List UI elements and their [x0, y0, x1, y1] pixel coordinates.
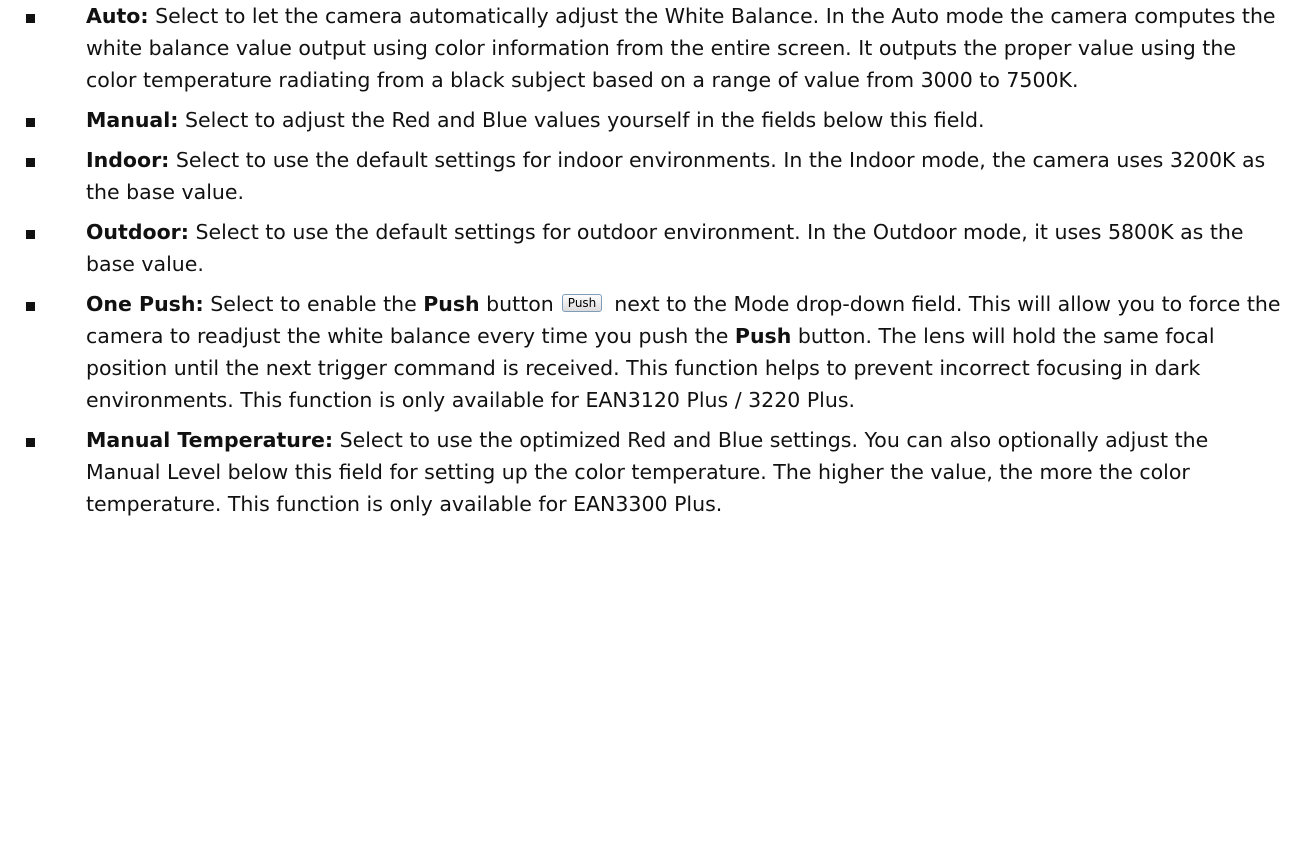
list-item-outdoor: Outdoor: Select to use the default setti…	[0, 216, 1304, 280]
term-one-push: One Push:	[86, 292, 204, 316]
push-keyword: Push	[423, 292, 480, 316]
list-item-one-push: One Push: Select to enable the Push butt…	[0, 288, 1304, 416]
square-bullet-icon	[26, 438, 35, 447]
term-outdoor: Outdoor:	[86, 220, 189, 244]
term-auto: Auto:	[86, 4, 149, 28]
description-auto: Select to let the camera automatically a…	[86, 4, 1276, 92]
square-bullet-icon	[26, 118, 35, 127]
square-bullet-icon	[26, 230, 35, 239]
term-manual-temperature: Manual Temperature:	[86, 428, 334, 452]
description-indoor: Select to use the default settings for i…	[86, 148, 1266, 204]
push-button[interactable]: Push	[561, 294, 603, 312]
list-item-manual: Manual: Select to adjust the Red and Blu…	[0, 104, 1304, 136]
push-keyword: Push	[734, 324, 792, 348]
square-bullet-icon	[26, 302, 35, 311]
term-manual: Manual:	[86, 108, 179, 132]
term-indoor: Indoor:	[86, 148, 170, 172]
list-item-auto: Auto: Select to let the camera automatic…	[0, 0, 1304, 96]
document-page: Auto: Select to let the camera automatic…	[0, 0, 1304, 854]
square-bullet-icon	[26, 14, 35, 23]
description-one-push-part-1: Select to enable the	[203, 292, 424, 316]
square-bullet-icon	[26, 158, 35, 167]
description-manual: Select to adjust the Red and Blue values…	[178, 108, 985, 132]
list-item-manual-temperature: Manual Temperature: Select to use the op…	[0, 424, 1304, 520]
list-item-indoor: Indoor: Select to use the default settin…	[0, 144, 1304, 208]
description-one-push-part-2: button	[479, 292, 554, 316]
white-balance-mode-list: Auto: Select to let the camera automatic…	[0, 0, 1304, 528]
description-outdoor: Select to use the default settings for o…	[86, 220, 1244, 276]
